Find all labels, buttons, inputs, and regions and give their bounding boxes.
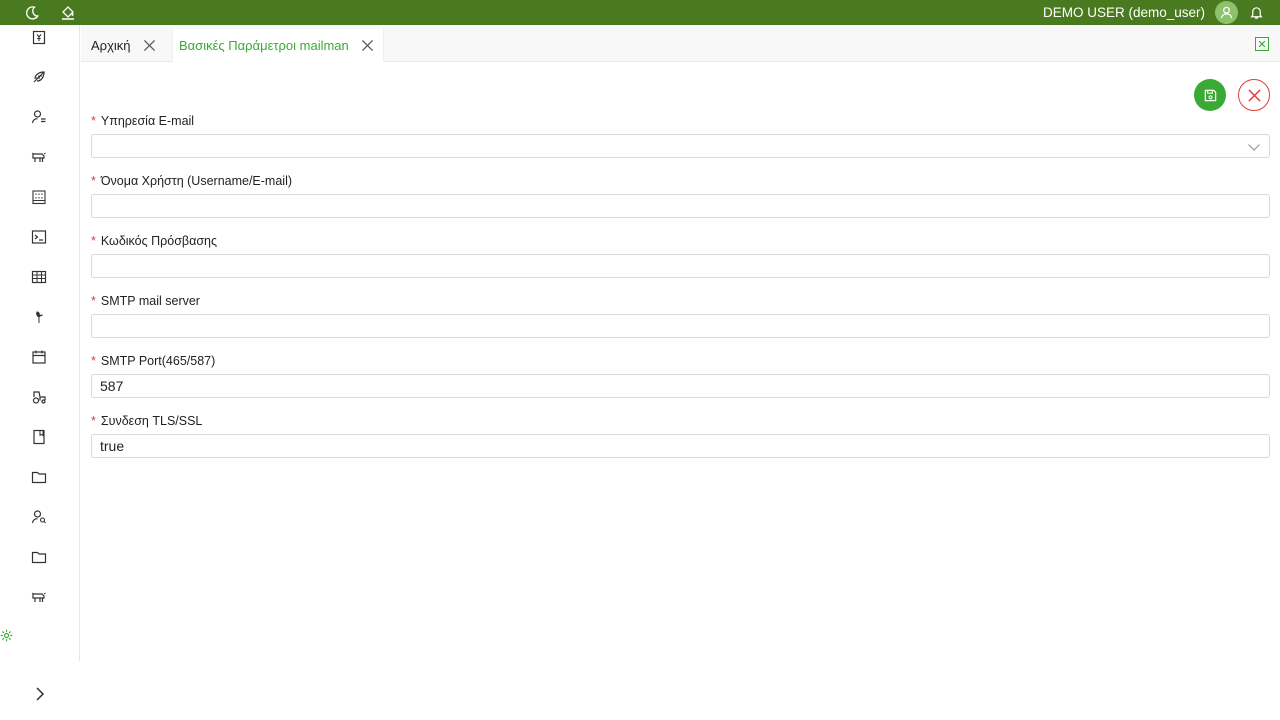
moon-icon[interactable] (14, 0, 50, 25)
bell-icon[interactable] (1248, 5, 1264, 21)
password-field[interactable] (91, 254, 1270, 278)
tab-label: Βασικές Παράμετροι mailman (179, 38, 349, 53)
close-icon[interactable] (143, 39, 157, 53)
table-icon[interactable] (29, 267, 49, 287)
excel-export-icon[interactable] (1255, 37, 1269, 51)
field-label-smtp-port: * SMTP Port(465/587) (91, 354, 216, 368)
tls-ssl-value: true (100, 438, 125, 454)
user-avatar-icon[interactable] (1215, 1, 1238, 24)
username-field[interactable] (91, 194, 1270, 218)
calendar-icon[interactable] (29, 347, 49, 367)
field-label-smtp-server: * SMTP mail server (91, 294, 200, 308)
chevron-right-icon[interactable] (32, 686, 48, 702)
smtp-port-field[interactable]: 587 (91, 374, 1270, 398)
user-search-icon[interactable] (29, 507, 49, 527)
close-icon (1247, 88, 1261, 102)
top-bar: DEMO USER (demo_user) (0, 0, 1280, 25)
terminal-icon[interactable] (29, 227, 49, 247)
plant-icon[interactable] (29, 307, 49, 327)
tab-label: Αρχική (91, 38, 131, 53)
email-service-select[interactable] (91, 134, 1270, 158)
folder-icon[interactable] (29, 547, 49, 567)
smtp-port-value: 587 (100, 378, 124, 394)
gear-icon[interactable] (0, 629, 13, 642)
folder-icon[interactable] (29, 467, 49, 487)
paint-bucket-icon[interactable] (50, 0, 86, 25)
close-icon[interactable] (361, 39, 375, 53)
save-icon (1204, 89, 1216, 101)
field-label-password: * Κωδικός Πρόσβασης (91, 234, 218, 248)
cow-icon[interactable] (29, 587, 49, 607)
chevron-down-icon (1248, 144, 1260, 151)
building-icon[interactable] (29, 187, 49, 207)
book-icon[interactable] (29, 427, 49, 447)
user-list-icon[interactable] (29, 107, 49, 127)
feather-icon[interactable] (29, 67, 49, 87)
save-button[interactable] (1194, 79, 1226, 111)
cow-icon[interactable] (29, 147, 49, 167)
user-name[interactable]: DEMO USER (demo_user) (1043, 5, 1205, 20)
sidebar (0, 25, 80, 661)
field-label-tls-ssl: * Συνδεση TLS/SSL (91, 414, 203, 428)
tab-mailman-settings[interactable]: Βασικές Παράμετροι mailman (172, 29, 384, 62)
field-label-username: * Όνομα Χρήστη (Username/E-mail) (91, 174, 293, 188)
field-label-email-service: * Υπηρεσία E-mail (91, 114, 195, 128)
smtp-server-field[interactable] (91, 314, 1270, 338)
tls-ssl-field[interactable]: true (91, 434, 1270, 458)
tab-home[interactable]: Αρχική (91, 29, 157, 62)
tractor-icon[interactable] (29, 387, 49, 407)
tab-bar: Αρχική Βασικές Παράμετροι mailman (81, 25, 1280, 62)
close-form-button[interactable] (1238, 79, 1270, 111)
invoice-icon[interactable] (29, 27, 49, 47)
